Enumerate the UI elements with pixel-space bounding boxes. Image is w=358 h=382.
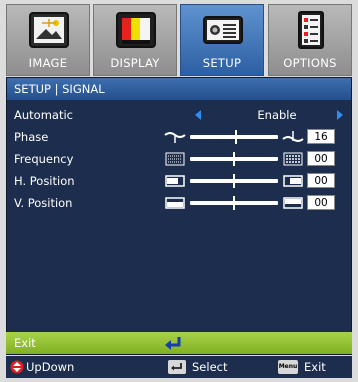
frequency-value: 00 bbox=[307, 151, 335, 166]
automatic-label: Automatic bbox=[14, 108, 73, 122]
frequency-minus-icon bbox=[165, 152, 185, 166]
tab-label: SETUP bbox=[202, 56, 242, 70]
enter-icon bbox=[165, 337, 181, 350]
tab-label: OPTIONS bbox=[283, 56, 337, 70]
v-position-label: V. Position bbox=[14, 196, 73, 210]
left-arrow-icon[interactable] bbox=[195, 110, 201, 120]
tab-display[interactable]: DISPLAY bbox=[93, 4, 177, 76]
phase-slider-thumb[interactable] bbox=[234, 130, 237, 144]
frequency-row[interactable]: Frequency 00 bbox=[7, 148, 351, 170]
enter-key-icon bbox=[168, 360, 186, 374]
v-position-row[interactable]: V. Position 00 bbox=[7, 192, 351, 214]
osd-menu: IMAGE DISPLAY SETUP OPTIONS SETUP | SIGN… bbox=[0, 0, 358, 382]
image-icon bbox=[29, 12, 69, 48]
frequency-label: Frequency bbox=[14, 152, 74, 166]
updown-hint: UpDown bbox=[26, 360, 75, 374]
display-icon bbox=[116, 12, 156, 48]
phase-value: 16 bbox=[307, 129, 335, 144]
phase-minus-icon bbox=[164, 132, 186, 143]
right-arrow-icon[interactable] bbox=[337, 110, 343, 120]
options-icon bbox=[298, 11, 324, 49]
panel-title: SETUP | SIGNAL bbox=[7, 78, 351, 100]
select-hint: Select bbox=[192, 360, 228, 374]
phase-row[interactable]: Phase 16 bbox=[7, 126, 351, 148]
tab-image[interactable]: IMAGE bbox=[6, 4, 90, 76]
exit-hint: Exit bbox=[304, 360, 326, 374]
footer-hints: UpDown Select Menu Exit bbox=[6, 356, 352, 378]
tab-bar: IMAGE DISPLAY SETUP OPTIONS bbox=[6, 4, 352, 76]
h-position-value: 00 bbox=[307, 173, 335, 188]
signal-panel: SETUP | SIGNAL Automatic Enable Phase 16 bbox=[6, 77, 352, 355]
automatic-value: Enable bbox=[257, 108, 297, 122]
h-position-right-icon bbox=[283, 175, 303, 187]
tab-label: DISPLAY bbox=[110, 56, 160, 70]
tab-options[interactable]: OPTIONS bbox=[268, 4, 352, 76]
exit-row[interactable]: Exit bbox=[6, 332, 352, 354]
v-position-slider-thumb[interactable] bbox=[233, 196, 235, 210]
tab-setup[interactable]: SETUP bbox=[180, 4, 264, 76]
h-position-row[interactable]: H. Position 00 bbox=[7, 170, 351, 192]
frequency-plus-icon bbox=[283, 152, 303, 166]
frequency-slider-thumb[interactable] bbox=[233, 152, 235, 166]
phase-label: Phase bbox=[14, 130, 49, 144]
updown-icon bbox=[10, 360, 24, 374]
v-position-down-icon bbox=[165, 197, 185, 209]
exit-label: Exit bbox=[14, 336, 36, 350]
automatic-row[interactable]: Automatic Enable bbox=[7, 104, 351, 126]
v-position-value: 00 bbox=[307, 195, 335, 210]
tab-label: IMAGE bbox=[28, 56, 68, 70]
h-position-label: H. Position bbox=[14, 174, 75, 188]
v-position-up-icon bbox=[283, 197, 303, 209]
h-position-slider-thumb[interactable] bbox=[233, 174, 235, 188]
menu-key-icon: Menu bbox=[278, 360, 298, 374]
h-position-left-icon bbox=[165, 175, 185, 187]
phase-plus-icon bbox=[282, 131, 304, 142]
projector-icon bbox=[203, 16, 243, 44]
